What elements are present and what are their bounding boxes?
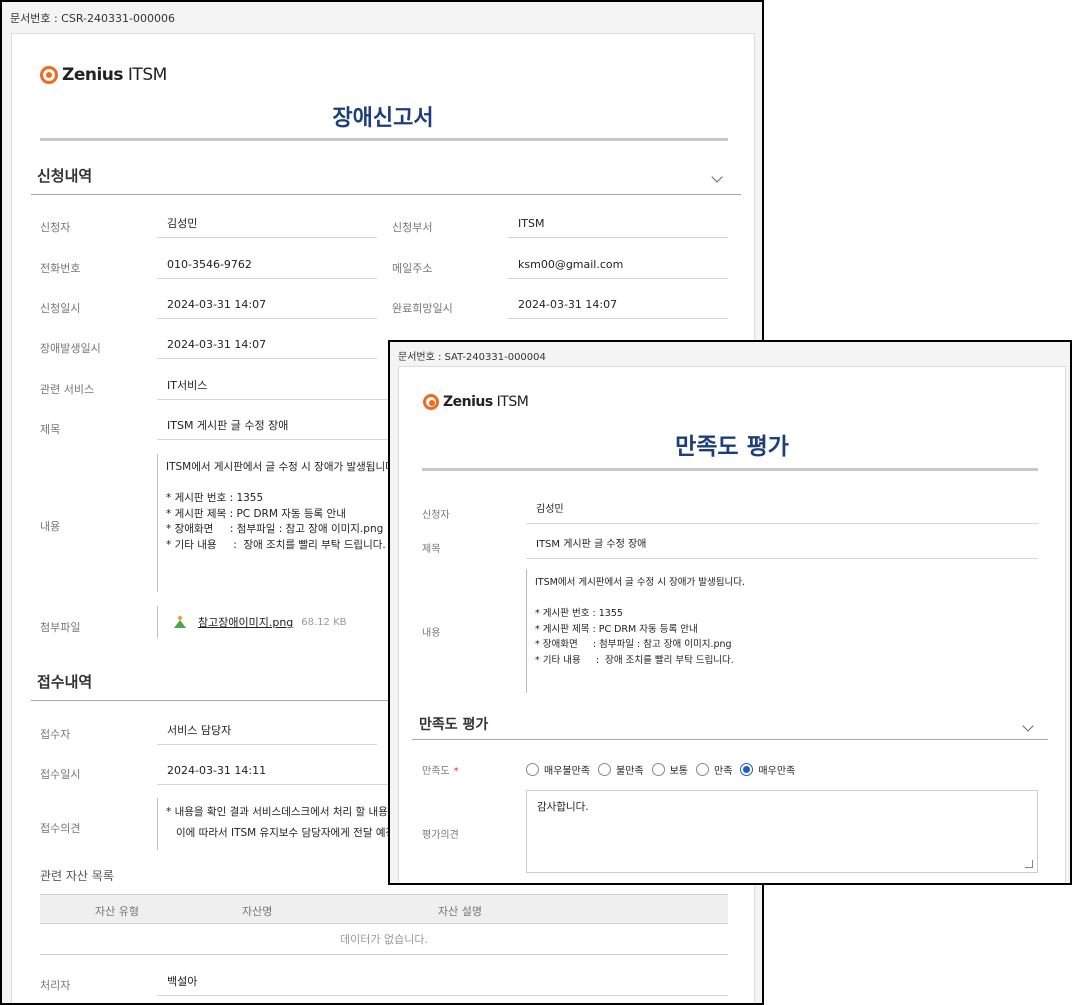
assets-empty-row: 데이터가 없습니다. — [40, 925, 728, 955]
subject-field: ITSM 게시판 글 수정 장애 — [526, 533, 1038, 559]
request-date-field: 2024-03-31 14:07 — [157, 293, 377, 319]
zenius-logo: Zenius ITSM — [40, 65, 167, 85]
requester-field: 김성민 — [526, 498, 1038, 524]
handler-label: 처리자 — [40, 979, 71, 992]
rating-radio-group: 매우불만족 불만족 보통 만족 매우만족 — [526, 762, 803, 777]
subject-label: 제목 — [422, 544, 441, 555]
rating-option-satisfied[interactable]: 만족 — [696, 762, 732, 777]
attachment-size: 68.12 KB — [301, 616, 347, 628]
zenius-logo: Zenius ITSM — [423, 394, 529, 410]
section-divider — [31, 194, 741, 195]
rating-label: 만족도 * — [422, 766, 459, 777]
assets-title: 관련 자산 목록 — [40, 869, 114, 883]
requester-label: 신청자 — [422, 510, 450, 521]
phone-label: 전화번호 — [40, 262, 81, 275]
attachment-link[interactable]: 참고장애이미지.png — [198, 614, 293, 630]
document-number: 문서번호 : SAT-240331-000004 — [398, 352, 546, 363]
attachment-item: 참고장애이미지.png 68.12 KB — [157, 606, 347, 638]
title-divider — [40, 138, 728, 141]
radio-button[interactable] — [526, 763, 539, 776]
required-mark: * — [453, 766, 459, 777]
zenius-logo-icon — [40, 66, 58, 84]
title-divider — [422, 468, 1038, 471]
request-section-title: 신청내역 — [37, 167, 93, 185]
section-divider — [412, 739, 1048, 740]
rating-option-unsatisfied[interactable]: 불만족 — [598, 762, 644, 777]
content-label: 내용 — [422, 628, 441, 639]
radio-button[interactable] — [696, 763, 710, 776]
rating-option-very-satisfied[interactable]: 매우만족 — [740, 762, 795, 777]
column-asset-desc: 자산 설명 — [438, 905, 482, 918]
eval-opinion-textarea[interactable]: 감사합니다. — [526, 790, 1038, 873]
radio-button[interactable] — [651, 763, 665, 776]
receiver-label: 접수자 — [40, 728, 71, 741]
subject-label: 제목 — [40, 423, 61, 436]
service-label: 관련 서비스 — [40, 383, 95, 396]
dept-field: ITSM — [508, 212, 728, 238]
incident-date-field: 2024-03-31 14:07 — [157, 333, 377, 359]
page-title: 만족도 평가 — [675, 434, 789, 460]
content-text: ITSM에서 게시판에서 글 수정 시 장애가 발생됩니다. * 게시판 번호 … — [526, 569, 1038, 693]
zenius-logo-icon — [423, 394, 439, 410]
image-file-icon — [174, 616, 186, 628]
page-title: 장애신고서 — [332, 106, 434, 131]
radio-button-selected[interactable] — [740, 763, 754, 776]
column-asset-name: 자산명 — [242, 905, 273, 918]
requester-field: 김성민 — [157, 212, 377, 238]
rating-option-neutral[interactable]: 보통 — [651, 762, 688, 777]
chevron-down-icon[interactable] — [711, 171, 723, 183]
incident-date-label: 장애발생일시 — [40, 342, 101, 355]
phone-field: 010-3546-9762 — [157, 253, 377, 279]
email-label: 메일주소 — [392, 262, 433, 275]
receipt-date-label: 접수일시 — [40, 768, 81, 781]
satisfaction-survey-card: Zenius ITSM 만족도 평가 신청자 김성민 제목 ITSM 게시판 글… — [398, 366, 1066, 883]
receiver-field: 서비스 담당자 — [157, 719, 377, 745]
rating-option-very-unsatisfied[interactable]: 매우불만족 — [526, 762, 590, 777]
due-date-field: 2024-03-31 14:07 — [508, 293, 728, 319]
email-field: ksm00@gmail.com — [508, 253, 728, 279]
chevron-down-icon[interactable] — [1022, 720, 1034, 732]
resize-handle-icon[interactable] — [1025, 860, 1033, 868]
receipt-opinion-label: 접수의견 — [40, 822, 81, 835]
attachment-label: 첨부파일 — [40, 621, 81, 634]
eval-opinion-label: 평가의견 — [422, 830, 459, 841]
assets-table-header: 자산 유형 자산명 자산 설명 — [40, 894, 728, 924]
receipt-section-title: 접수내역 — [37, 673, 93, 691]
document-number: 문서번호 : CSR-240331-000006 — [10, 12, 175, 25]
satisfaction-survey-window: 문서번호 : SAT-240331-000004 Zenius ITSM 만족도… — [388, 340, 1072, 885]
eval-section-title: 만족도 평가 — [419, 717, 489, 733]
column-asset-type: 자산 유형 — [95, 905, 139, 918]
requester-label: 신청자 — [40, 221, 71, 234]
request-date-label: 신청일시 — [40, 302, 81, 315]
dept-label: 신청부서 — [392, 221, 433, 234]
radio-button[interactable] — [598, 763, 611, 776]
due-date-label: 완료희망일시 — [392, 302, 453, 315]
handler-field: 백설아 — [157, 970, 728, 996]
content-label: 내용 — [40, 520, 61, 533]
